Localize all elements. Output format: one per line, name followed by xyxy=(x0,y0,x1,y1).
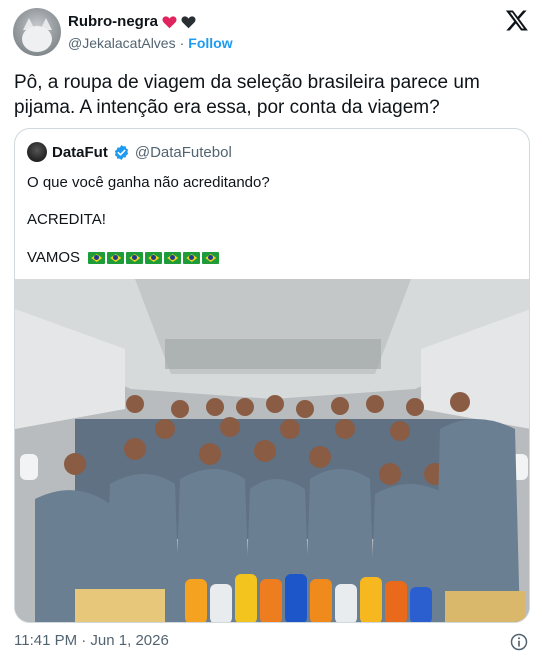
author-display-name[interactable]: Rubro-negra xyxy=(68,13,158,30)
brazil-flag-icon xyxy=(126,252,144,265)
quoted-display-name: DataFut xyxy=(52,143,108,161)
quoted-tweet[interactable]: DataFut @DataFutebol O que você ganha nã… xyxy=(14,128,530,623)
info-icon[interactable] xyxy=(509,632,529,652)
quoted-line-2: ACREDITA! xyxy=(27,211,106,228)
brazil-flag-icon xyxy=(202,252,220,265)
author-handle-row: @JekalacatAlves · Follow xyxy=(68,35,233,51)
x-logo-icon[interactable] xyxy=(504,8,530,32)
author-avatar[interactable] xyxy=(13,8,61,56)
verified-badge-icon xyxy=(114,144,129,160)
quoted-line-3: VAMOS xyxy=(27,249,220,266)
flag-emoji-row xyxy=(88,252,220,265)
tweet-timestamp[interactable]: 11:41 PM · Jun 1, 2026 xyxy=(14,632,169,649)
brazil-flag-icon xyxy=(88,252,106,265)
author-handle[interactable]: @JekalacatAlves xyxy=(68,35,176,51)
brazil-flag-icon xyxy=(183,252,201,265)
quoted-avatar xyxy=(27,142,47,162)
quoted-vamos-text: VAMOS xyxy=(27,249,81,266)
team-photo[interactable] xyxy=(15,279,530,623)
black-heart-icon xyxy=(181,15,196,28)
brazil-flag-icon xyxy=(145,252,163,265)
separator-dot: · xyxy=(179,35,185,51)
author-name-row: Rubro-negra xyxy=(68,13,196,30)
tweet-text: Pô, a roupa de viagem da seleção brasile… xyxy=(14,72,480,118)
quoted-line-1: O que você ganha não acreditando? xyxy=(27,174,270,191)
brazil-flag-icon xyxy=(164,252,182,265)
tweet-card: Rubro-negra @JekalacatAlves · Follow Pô,… xyxy=(0,0,542,657)
red-heart-icon xyxy=(162,15,177,28)
cat-face xyxy=(22,26,52,52)
brazil-flag-icon xyxy=(107,252,125,265)
quoted-header: DataFut @DataFutebol xyxy=(27,142,232,162)
follow-button[interactable]: Follow xyxy=(188,35,232,51)
quoted-handle: @DataFutebol xyxy=(134,143,232,161)
